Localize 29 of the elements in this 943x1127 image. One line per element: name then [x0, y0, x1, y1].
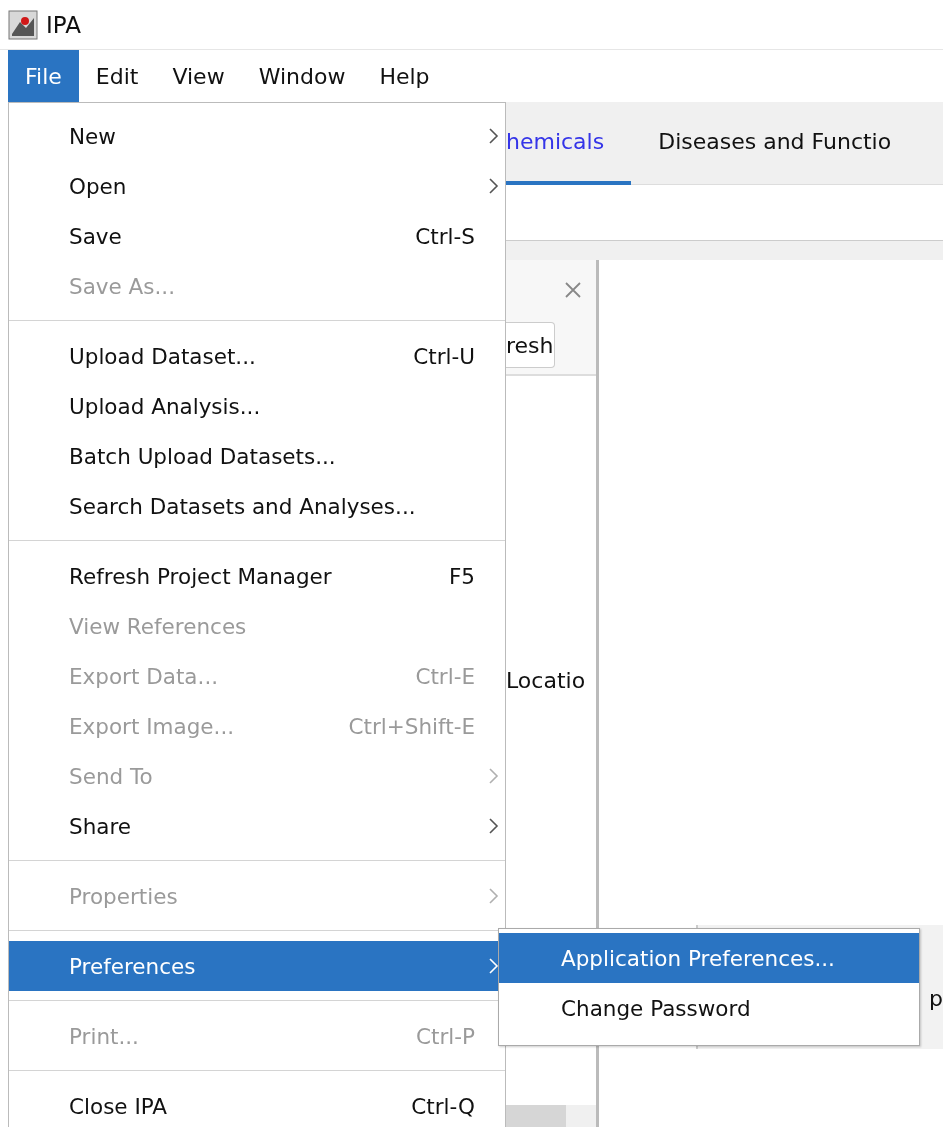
- menu-title[interactable]: File: [8, 50, 79, 102]
- tab[interactable]: Diseases and Functio: [631, 102, 919, 185]
- menu-item[interactable]: New: [9, 111, 505, 161]
- menu-item[interactable]: Search Datasets and Analyses...: [9, 481, 505, 531]
- menu-item[interactable]: Share: [9, 801, 505, 851]
- menu-title[interactable]: Help: [362, 50, 447, 102]
- chevron-icon: [488, 127, 499, 145]
- refresh-button[interactable]: resh: [506, 322, 555, 368]
- horizontal-scrollbar[interactable]: [506, 1105, 596, 1127]
- menu-item[interactable]: Upload Analysis...: [9, 381, 505, 431]
- chevron-icon: [488, 817, 499, 835]
- menu-title[interactable]: View: [155, 50, 242, 102]
- panel-text: p: [929, 986, 943, 1011]
- close-icon[interactable]: [564, 281, 582, 299]
- menu-item[interactable]: Save Ctrl-S: [9, 211, 505, 261]
- menu-item[interactable]: Application Preferences...: [499, 933, 919, 983]
- app-icon: [8, 9, 38, 40]
- menu-item[interactable]: Batch Upload Datasets...: [9, 431, 505, 481]
- list-text: Locatio: [506, 668, 587, 693]
- menu-title[interactable]: Window: [241, 50, 363, 102]
- menu-item[interactable]: Refresh Project Manager F5: [9, 551, 505, 601]
- menu-item[interactable]: Upload Dataset... Ctrl-U: [9, 331, 505, 381]
- window-title: IPA: [46, 11, 81, 38]
- chevron-icon: [488, 887, 499, 905]
- menu-title[interactable]: Edit: [78, 50, 156, 102]
- chevron-icon: [488, 177, 499, 195]
- chevron-icon: [488, 767, 499, 785]
- menu-item[interactable]: Open: [9, 161, 505, 211]
- menu-item[interactable]: Close IPA Ctrl-Q: [9, 1081, 505, 1127]
